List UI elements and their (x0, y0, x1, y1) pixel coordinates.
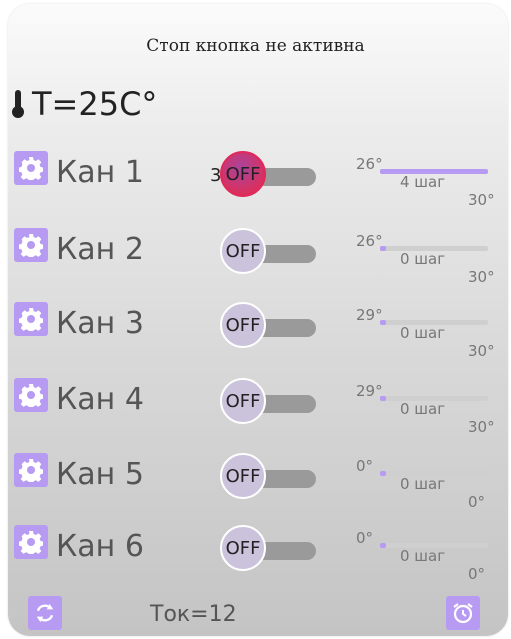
toggle-knob[interactable]: OFF (220, 378, 266, 424)
step-progress-fill (380, 246, 386, 251)
thermometer-icon (12, 90, 24, 118)
toggle-knob[interactable]: OFF (220, 302, 266, 348)
range-max: 30° (468, 342, 495, 360)
channel-row: Кан 3 OFF 29° 0 шаг 30° (0, 302, 511, 362)
gear-icon (19, 459, 43, 482)
temperature-value: T=25C° (32, 85, 158, 123)
channel-row: Кан 2 OFF 26° 0 шаг 30° (0, 228, 511, 288)
channel-toggle[interactable]: OFF (220, 228, 316, 278)
channel-settings-button[interactable] (14, 151, 48, 185)
channel-row: Кан 5 OFF 0° 0 шаг 0° (0, 453, 511, 513)
range-max: 30° (468, 191, 495, 209)
stop-button-status: Стоп кнопка не активна (146, 36, 365, 56)
channel-settings-button[interactable] (14, 228, 48, 262)
gear-icon (19, 234, 43, 257)
channel-label: Кан 5 (56, 457, 144, 492)
range-max: 0° (468, 565, 486, 583)
toggle-knob[interactable]: OFF (220, 453, 266, 499)
step-progress-bar (380, 543, 488, 548)
channel-row: Кан 6 OFF 0° 0 шаг 0° (0, 525, 511, 585)
gear-icon (19, 308, 43, 331)
channel-label: Кан 6 (56, 529, 144, 564)
current-readout: Ток=12 (150, 602, 237, 627)
step-count: 0 шаг (400, 250, 446, 268)
step-progress-bar (380, 169, 488, 174)
channel-settings-button[interactable] (14, 378, 48, 412)
channel-label: Кан 3 (56, 306, 144, 341)
range-min: 0° (356, 529, 374, 547)
range-max: 0° (468, 493, 486, 511)
toggle-state-label: OFF (225, 390, 261, 412)
step-progress-fill (380, 471, 386, 476)
step-progress-bar (380, 396, 488, 401)
step-count: 0 шаг (400, 475, 446, 493)
toggle-knob[interactable]: 3 OFF (210, 151, 266, 197)
temperature-range: 0° 0 шаг 0° (356, 511, 506, 601)
step-progress-bar (380, 246, 488, 251)
step-progress-bar (380, 471, 488, 476)
gear-icon (19, 384, 43, 407)
refresh-button[interactable] (28, 596, 62, 630)
channel-toggle[interactable]: OFF (220, 525, 316, 575)
toggle-knob[interactable]: OFF (220, 228, 266, 274)
range-max: 30° (468, 268, 495, 286)
toggle-state-label: OFF (225, 240, 261, 262)
temperature-readout: T=25C° (10, 82, 157, 126)
channel-toggle[interactable]: OFF (220, 302, 316, 352)
range-max: 30° (468, 418, 495, 436)
toggle-state-label: OFF (225, 537, 261, 559)
step-progress-fill (380, 543, 386, 548)
step-count: 4 шаг (400, 173, 446, 191)
range-min: 26° (356, 155, 383, 173)
step-count: 0 шаг (400, 324, 446, 342)
step-progress-bar (380, 320, 488, 325)
channel-toggle[interactable]: 3 OFF (210, 151, 316, 201)
toggle-state-label: OFF (225, 163, 261, 185)
range-min: 29° (356, 306, 383, 324)
channel-label: Кан 2 (56, 232, 144, 267)
step-progress-fill (380, 320, 386, 325)
channel-count: 3 (210, 165, 222, 186)
gear-icon (19, 531, 43, 554)
channel-settings-button[interactable] (14, 453, 48, 487)
channel-toggle[interactable]: OFF (220, 453, 316, 503)
toggle-state-label: OFF (225, 465, 261, 487)
step-progress-fill (380, 396, 386, 401)
channel-row: Кан 4 OFF 29° 0 шаг 30° (0, 378, 511, 438)
channel-toggle[interactable]: OFF (220, 378, 316, 428)
range-min: 26° (356, 232, 383, 250)
channel-label: Кан 1 (56, 155, 144, 190)
range-min: 0° (356, 457, 374, 475)
alarm-button[interactable] (446, 596, 480, 630)
toggle-state-label: OFF (225, 314, 261, 336)
step-count: 0 шаг (400, 547, 446, 565)
step-progress-fill (380, 169, 488, 174)
channel-row: Кан 1 3 OFF 26° 4 шаг 30° (0, 151, 511, 211)
toggle-knob[interactable]: OFF (220, 525, 266, 571)
gear-icon (19, 157, 43, 180)
channel-settings-button[interactable] (14, 302, 48, 336)
channel-label: Кан 4 (56, 382, 144, 417)
step-count: 0 шаг (400, 400, 446, 418)
range-min: 29° (356, 382, 383, 400)
channel-settings-button[interactable] (14, 525, 48, 559)
refresh-icon (36, 603, 54, 623)
alarm-clock-icon (453, 603, 473, 624)
